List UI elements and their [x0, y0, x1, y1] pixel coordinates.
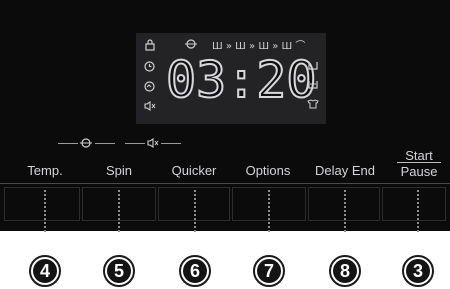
callout-number: 7 — [257, 259, 281, 283]
callout-number: 6 — [183, 259, 207, 283]
callout-number: 8 — [333, 259, 357, 283]
detergent-icon — [308, 80, 318, 93]
leader-line — [44, 190, 46, 232]
leader-line — [118, 190, 120, 232]
delay-end-label: Delay End — [315, 163, 375, 178]
temp-label: Temp. — [27, 163, 63, 178]
start-label: Start — [405, 148, 433, 163]
callout-badge-start: 3 — [402, 255, 434, 287]
callout-badge-quicker: 6 — [179, 255, 211, 287]
callout-badge-spin: 5 — [103, 255, 135, 287]
mute-icon — [144, 100, 156, 114]
steam-indicator-icon — [79, 138, 93, 151]
leader-line — [344, 190, 346, 232]
mute-indicator-icon — [147, 137, 159, 151]
clock-icon — [144, 61, 155, 75]
callout-badge-options: 7 — [253, 255, 285, 287]
options-label: Options — [245, 163, 291, 178]
rinse-icon — [308, 61, 318, 74]
start-pause-divider — [397, 162, 441, 163]
wash-stage-strip: Ш » Ш » Ш » Ш ⌒ — [212, 41, 306, 52]
mute-indicator-line — [161, 143, 181, 144]
leader-line — [268, 190, 270, 232]
start-pause-button[interactable] — [382, 187, 446, 221]
callout-badge-temp: 4 — [29, 255, 61, 287]
eco-icon — [144, 81, 155, 95]
label-underline — [0, 183, 450, 184]
lcd-display: Ш » Ш » Ш » Ш ⌒ 03:20 — [136, 33, 326, 124]
quicker-label: Quicker — [171, 163, 217, 178]
spin-label: Spin — [105, 163, 133, 178]
control-panel: Ш » Ш » Ш » Ш ⌒ 03:20 Temp. Spin Quicker — [0, 0, 450, 231]
temp-button[interactable] — [4, 187, 80, 221]
callout-number: 3 — [406, 259, 430, 283]
spin-indicator-line — [125, 143, 145, 144]
leader-line — [194, 190, 196, 232]
callout-badge-delay-end: 8 — [329, 255, 361, 287]
steam-indicator-line — [95, 143, 115, 144]
time-readout: 03:20 — [165, 51, 318, 109]
callout-number: 4 — [33, 259, 57, 283]
temp-indicator-line — [58, 143, 78, 144]
leader-line — [417, 190, 419, 232]
pause-label: Pause — [400, 164, 438, 179]
shirt-icon — [307, 99, 319, 112]
callout-number: 5 — [107, 259, 131, 283]
lock-icon — [145, 39, 155, 54]
